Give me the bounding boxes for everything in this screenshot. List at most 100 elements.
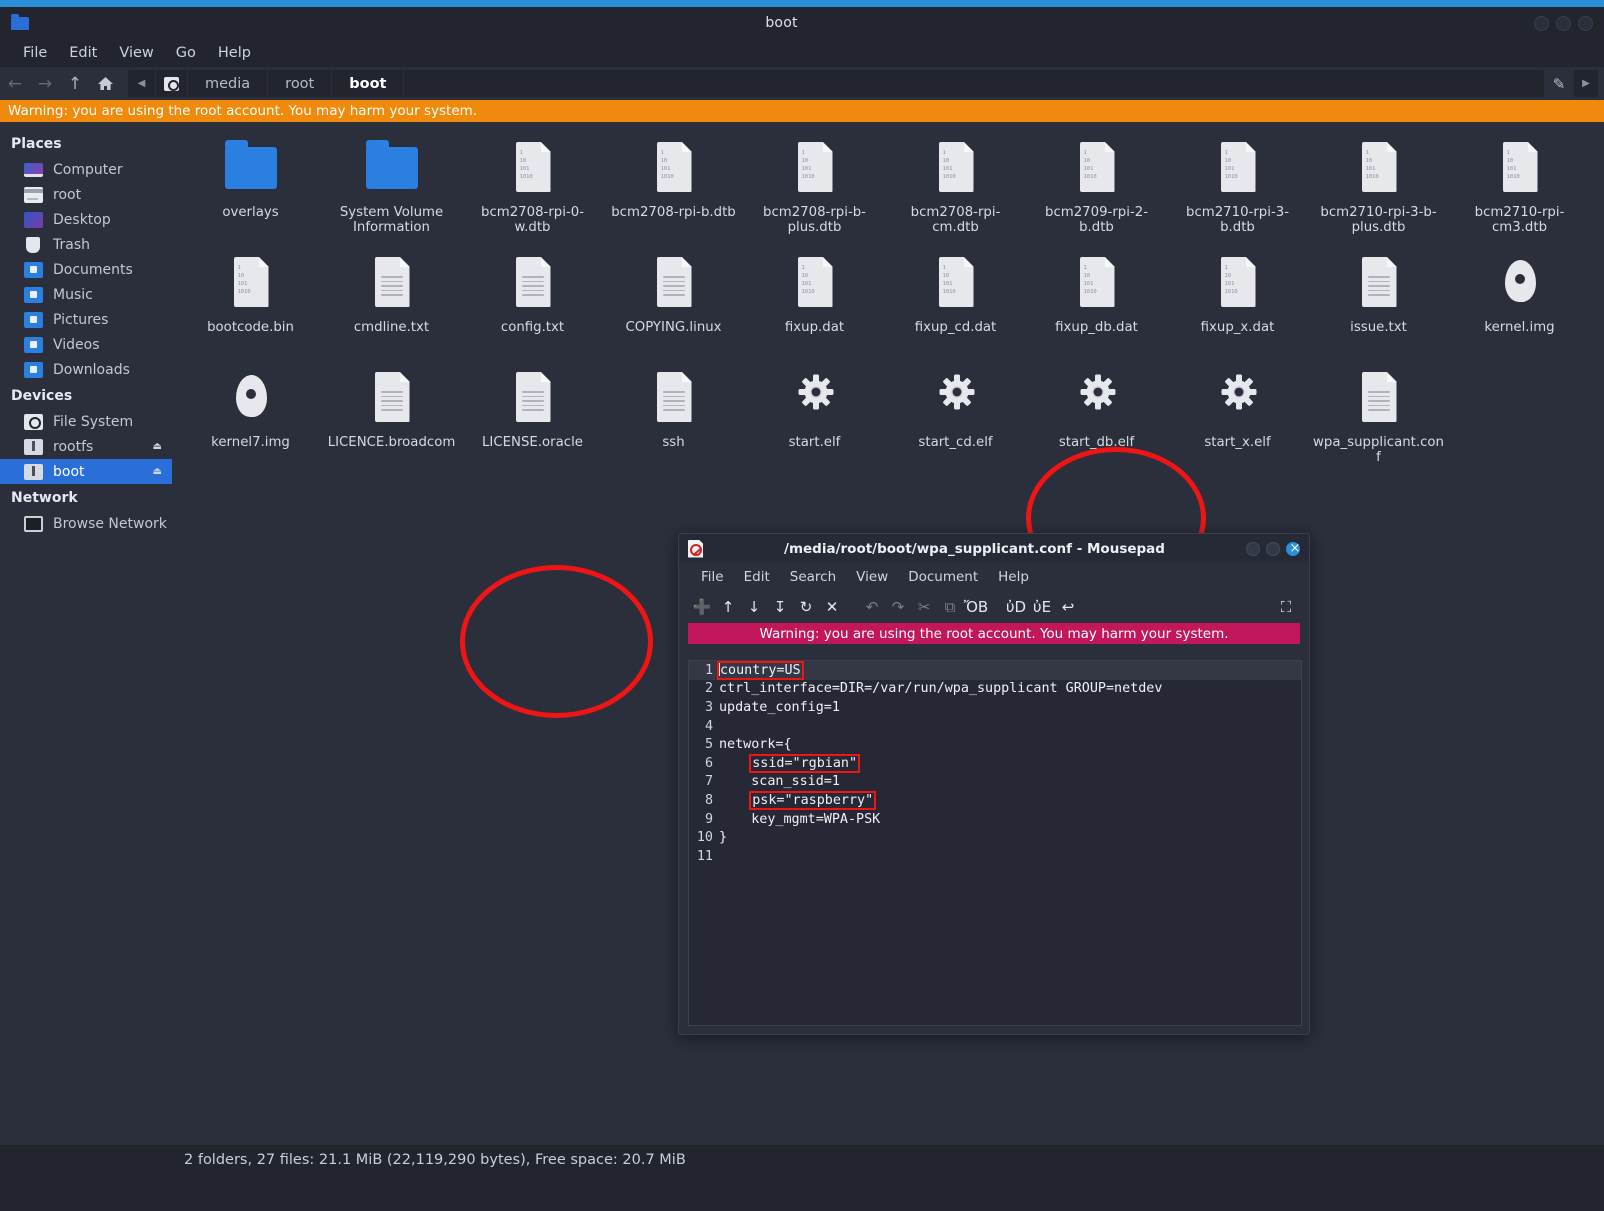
file-item[interactable]: 1 10 101 1010 bcm2708-rpi-b.dtb — [603, 134, 744, 249]
mousepad-minimize-button[interactable] — [1246, 541, 1260, 556]
mousepad-menu-view[interactable]: View — [846, 567, 898, 587]
file-item[interactable]: start_x.elf — [1167, 364, 1308, 479]
file-item[interactable]: wpa_supplicant.conf — [1308, 364, 1449, 479]
close-document-icon[interactable]: ✕ — [819, 594, 845, 620]
save-as-icon[interactable]: ↧ — [767, 594, 793, 620]
find-replace-icon[interactable]: ὐE — [1029, 594, 1055, 620]
paste-icon[interactable]: ὌB — [963, 594, 989, 620]
breadcrumb-boot[interactable]: boot — [332, 70, 405, 97]
mousepad-window[interactable]: /media/root/boot/wpa_supplicant.conf - M… — [678, 533, 1310, 1035]
home-icon[interactable] — [90, 70, 120, 98]
breadcrumb-media[interactable]: media — [188, 70, 269, 97]
fullscreen-icon[interactable]: ⛶ — [1273, 594, 1299, 620]
mousepad-maximize-button[interactable] — [1266, 541, 1280, 556]
file-item[interactable]: 1 10 101 1010 bcm2708-rpi-b-plus.dtb — [744, 134, 885, 249]
file-item[interactable]: 1 10 101 1010 bcm2710-rpi-3-b.dtb — [1167, 134, 1308, 249]
mousepad-window-controls[interactable] — [1246, 540, 1300, 558]
sidebar-item-browse-network[interactable]: Browse Network — [0, 511, 172, 536]
mousepad-menu-help[interactable]: Help — [988, 567, 1039, 587]
file-item[interactable]: 1 10 101 1010 fixup_cd.dat — [885, 249, 1026, 364]
menu-view[interactable]: View — [108, 42, 164, 64]
editor-line[interactable]: 3 update_config=1 — [689, 698, 1301, 717]
save-file-icon[interactable]: ↓ — [741, 594, 767, 620]
eject-icon[interactable]: ⏏ — [153, 466, 162, 477]
breadcrumb-scroll-right-icon[interactable]: ▶ — [1574, 70, 1598, 97]
navigation-toolbar[interactable]: ← → ↑ ◀ media root boot ✎ ▶ — [0, 67, 1604, 100]
filemanager-menubar[interactable]: File Edit View Go Help — [0, 39, 1604, 67]
file-item[interactable]: kernel7.img — [180, 364, 321, 479]
forward-icon[interactable]: → — [30, 70, 60, 98]
mousepad-close-button[interactable] — [1286, 540, 1300, 558]
file-item[interactable]: start.elf — [744, 364, 885, 479]
file-item[interactable]: 1 10 101 1010 fixup_x.dat — [1167, 249, 1308, 364]
breadcrumb-device-icon[interactable] — [156, 70, 188, 97]
sidebar-item-computer[interactable]: Computer — [0, 157, 172, 182]
new-document-icon[interactable]: ➕ — [689, 594, 715, 620]
editor-line[interactable]: 10} — [689, 828, 1301, 847]
file-item[interactable]: config.txt — [462, 249, 603, 364]
editor-line[interactable]: 9 key_mgmt=WPA-PSK — [689, 810, 1301, 829]
file-item[interactable]: 1 10 101 1010 bcm2709-rpi-2-b.dtb — [1026, 134, 1167, 249]
mousepad-text-area[interactable]: 1 country=US 2 ctrl_interface=DIR=/var/run/… — [688, 660, 1302, 1026]
up-icon[interactable]: ↑ — [60, 70, 90, 98]
mousepad-menu-file[interactable]: File — [691, 567, 734, 587]
cut-icon[interactable]: ✂ — [911, 594, 937, 620]
sidebar-item-rootfs[interactable]: rootfs ⏏ — [0, 434, 172, 459]
breadcrumb[interactable]: ◀ media root boot — [128, 70, 1544, 97]
file-item[interactable]: start_db.elf — [1026, 364, 1167, 479]
sidebar-item-videos[interactable]: Videos — [0, 332, 172, 357]
edit-path-icon[interactable]: ✎ — [1544, 70, 1574, 98]
sidebar-item-documents[interactable]: Documents — [0, 257, 172, 282]
file-item[interactable]: 1 10 101 1010 fixup.dat — [744, 249, 885, 364]
file-item[interactable]: COPYING.linux — [603, 249, 744, 364]
sidebar-item-desktop[interactable]: Desktop — [0, 207, 172, 232]
mousepad-toolbar[interactable]: ➕ ↑ ↓ ↧ ↻ ✕ ↶ ↷ ✂ ⧉ ὌB ὐD ὐE ↩ ⛶ — [679, 591, 1309, 623]
mousepad-menu-document[interactable]: Document — [898, 567, 988, 587]
file-item[interactable]: kernel.img — [1449, 249, 1590, 364]
mousepad-menubar[interactable]: File Edit Search View Document Help — [679, 563, 1309, 591]
find-icon[interactable]: ὐD — [1003, 594, 1029, 620]
mousepad-menu-edit[interactable]: Edit — [734, 567, 780, 587]
breadcrumb-scroll-left-icon[interactable]: ◀ — [128, 70, 156, 97]
sidebar-item-downloads[interactable]: Downloads — [0, 357, 172, 382]
menu-go[interactable]: Go — [165, 42, 207, 64]
editor-line[interactable]: 5 network={ — [689, 735, 1301, 754]
menu-help[interactable]: Help — [207, 42, 262, 64]
file-item[interactable]: overlays — [180, 134, 321, 249]
sidebar-item-root[interactable]: root — [0, 182, 172, 207]
file-item[interactable]: 1 10 101 1010 bcm2710-rpi-cm3.dtb — [1449, 134, 1590, 249]
breadcrumb-root[interactable]: root — [268, 70, 333, 97]
sidebar-item-file-system[interactable]: File System — [0, 409, 172, 434]
file-item[interactable]: System Volume Information — [321, 134, 462, 249]
file-item[interactable]: 1 10 101 1010 bcm2708-rpi-0-w.dtb — [462, 134, 603, 249]
minimize-button[interactable] — [1534, 15, 1549, 31]
file-item[interactable]: 1 10 101 1010 fixup_db.dat — [1026, 249, 1167, 364]
redo-icon[interactable]: ↷ — [885, 594, 911, 620]
window-controls[interactable] — [1534, 15, 1593, 31]
editor-line[interactable]: 4 — [689, 717, 1301, 736]
editor-line[interactable]: 6 ssid="rgbian" — [689, 753, 1301, 773]
menu-edit[interactable]: Edit — [58, 42, 108, 64]
maximize-button[interactable] — [1556, 15, 1571, 31]
go-to-line-icon[interactable]: ↩ — [1055, 594, 1081, 620]
file-item[interactable]: 1 10 101 1010 bootcode.bin — [180, 249, 321, 364]
editor-line[interactable]: 8 psk="raspberry" — [689, 790, 1301, 810]
file-item[interactable]: issue.txt — [1308, 249, 1449, 364]
editor-line[interactable]: 7 scan_ssid=1 — [689, 773, 1301, 792]
editor-line[interactable]: 1 country=US — [689, 661, 1301, 681]
file-item[interactable]: LICENCE.broadcom — [321, 364, 462, 479]
file-item[interactable]: LICENSE.oracle — [462, 364, 603, 479]
editor-line[interactable]: 11 — [689, 847, 1301, 866]
sidebar-item-music[interactable]: Music — [0, 282, 172, 307]
sidebar-item-pictures[interactable]: Pictures — [0, 307, 172, 332]
close-button[interactable] — [1578, 15, 1593, 31]
file-item[interactable]: 1 10 101 1010 bcm2710-rpi-3-b-plus.dtb — [1308, 134, 1449, 249]
copy-icon[interactable]: ⧉ — [937, 594, 963, 620]
sidebar-item-boot[interactable]: boot ⏏ — [0, 459, 172, 484]
editor-line[interactable]: 2 ctrl_interface=DIR=/var/run/wpa_supplic… — [689, 680, 1301, 699]
eject-icon[interactable]: ⏏ — [153, 441, 162, 452]
menu-file[interactable]: File — [12, 42, 58, 64]
file-grid[interactable]: overlays System Volume Information 1 10 10… — [172, 122, 1604, 479]
file-item[interactable]: 1 10 101 1010 bcm2708-rpi-cm.dtb — [885, 134, 1026, 249]
sidebar-item-trash[interactable]: Trash — [0, 232, 172, 257]
